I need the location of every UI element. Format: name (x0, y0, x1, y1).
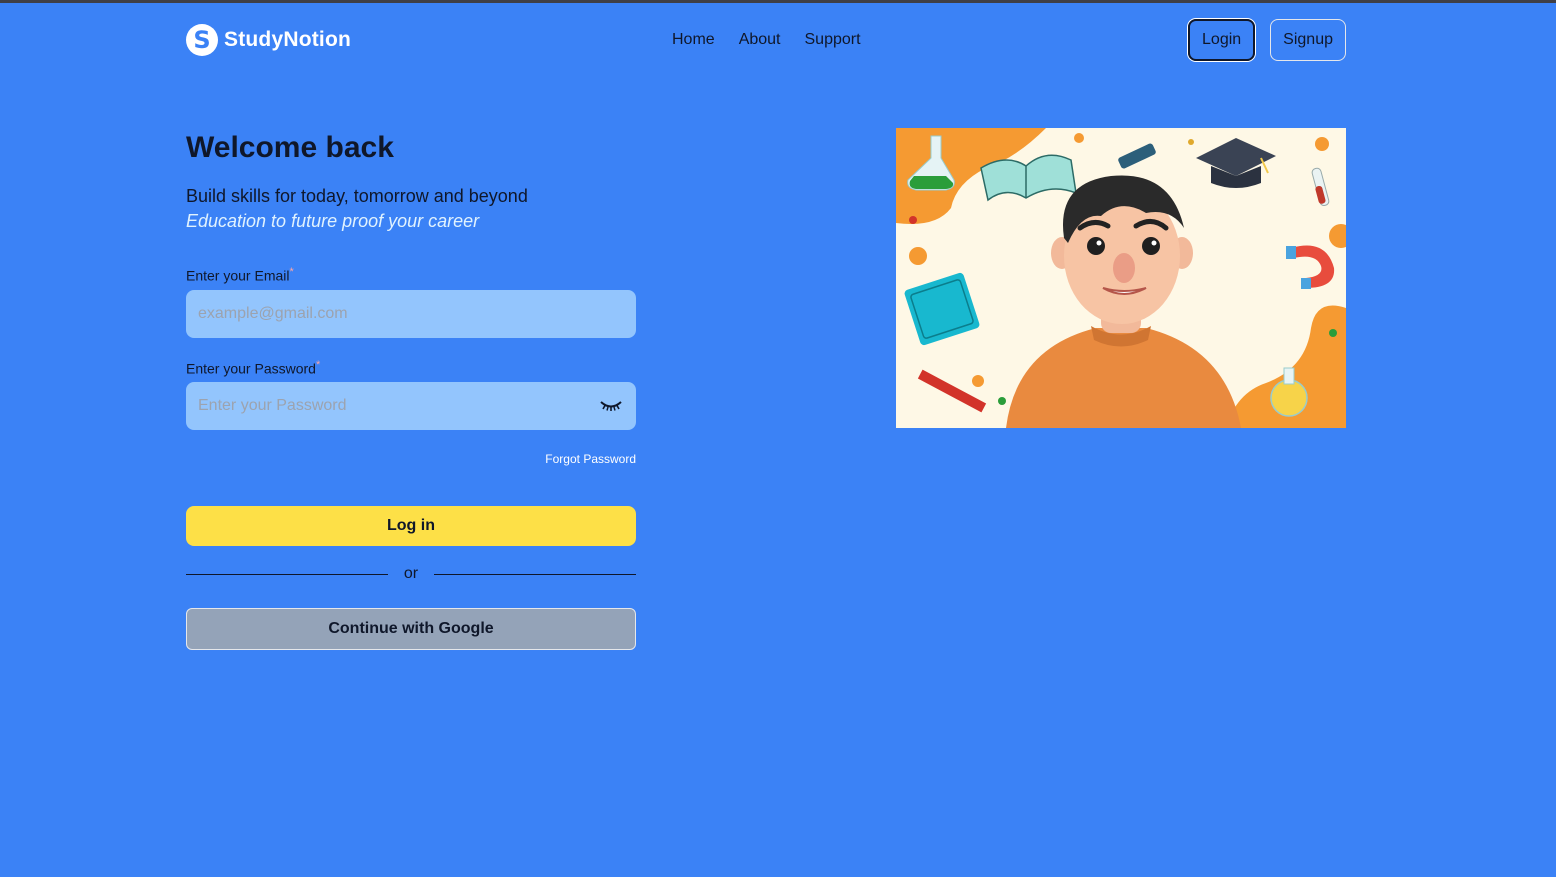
logo-s-icon: S (186, 24, 218, 56)
google-signin-button[interactable]: Continue with Google (186, 608, 636, 651)
login-form: Enter your Email* Enter your Password* F… (186, 262, 637, 651)
email-label-text: Enter your Email (186, 267, 290, 284)
email-input[interactable] (186, 289, 636, 338)
page-subtitle: Build skills for today, tomorrow and bey… (186, 186, 528, 206)
divider-text: or (403, 565, 419, 583)
or-divider: or (186, 564, 637, 584)
page-title: Welcome back (186, 131, 394, 164)
login-submit-button[interactable]: Log in (186, 506, 636, 547)
student-illustration (896, 128, 1346, 428)
password-label: Enter your Password* (186, 355, 636, 379)
brand-name: StudyNotion (224, 28, 352, 51)
required-mark: * (289, 266, 294, 278)
page-tagline: Education to future proof your career (186, 211, 480, 231)
password-label-text: Enter your Password (186, 360, 316, 377)
signup-button[interactable]: Signup (1270, 19, 1346, 61)
divider-line-right (434, 573, 637, 575)
forgot-password-link[interactable]: Forgot Password (186, 452, 636, 466)
email-label: Enter your Email* (186, 262, 636, 286)
hero-illustration (896, 128, 1346, 428)
login-button[interactable]: Login (1188, 19, 1256, 61)
required-mark: * (315, 358, 321, 371)
login-form-section: Welcome back Build skills for today, tom… (186, 128, 637, 651)
main-nav: Home About Support (672, 31, 861, 49)
password-input[interactable] (186, 382, 636, 431)
nav-actions: Login Signup (1188, 19, 1346, 61)
email-field-wrapper (186, 289, 636, 338)
navbar: S StudyNotion Home About Support Login S… (0, 3, 1556, 83)
nav-link-support[interactable]: Support (805, 31, 861, 49)
nav-link-about[interactable]: About (739, 31, 781, 49)
password-field-wrapper (186, 382, 636, 431)
eye-closed-icon[interactable] (600, 398, 622, 414)
nav-link-home[interactable]: Home (672, 31, 715, 49)
brand-logo[interactable]: S StudyNotion (186, 24, 351, 56)
divider-line-left (186, 573, 388, 575)
